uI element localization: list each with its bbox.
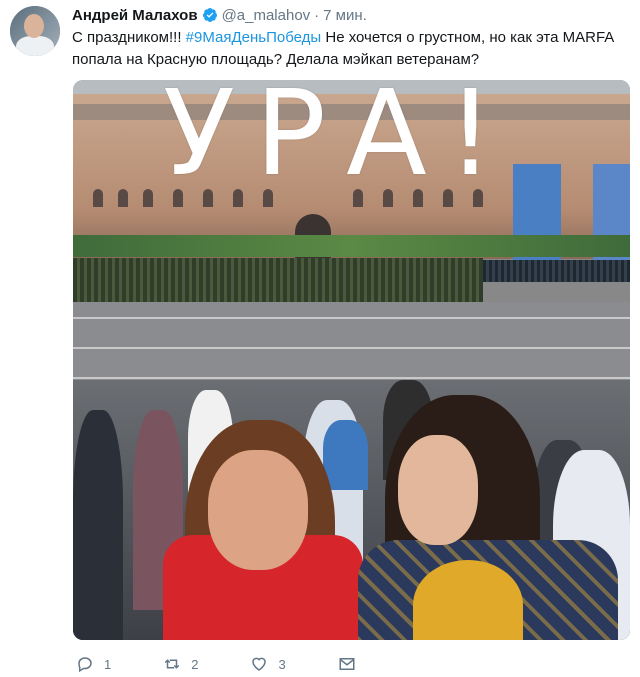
tweet: Андрей Малахов @a_malahov · 7 мин. С пра… (0, 0, 640, 677)
author-name[interactable]: Андрей Малахов (72, 7, 198, 24)
photo-troops (73, 258, 483, 303)
verified-badge-icon (202, 8, 217, 22)
crowd-backpack (323, 420, 368, 490)
direct-message-button[interactable] (338, 655, 356, 673)
author-handle[interactable]: @a_malahov (222, 7, 311, 24)
retweet-icon (164, 659, 180, 669)
road-stripe (73, 347, 630, 349)
reply-count: 1 (104, 656, 112, 672)
building-window (118, 189, 128, 207)
tweet-actions: 1 2 3 (76, 652, 408, 676)
photo-troops-right (483, 260, 630, 282)
reply-icon (78, 657, 92, 673)
crowd-person (73, 410, 123, 640)
tweet-timestamp[interactable]: 7 мин. (323, 7, 367, 24)
woman-right-sweater (413, 560, 523, 640)
retweet-count: 2 (191, 656, 199, 672)
tweet-text: С праздником!!! #9МаяДеньПобеды Не хочет… (72, 27, 627, 71)
road-stripe (73, 377, 630, 379)
retweet-button[interactable]: 2 (163, 655, 198, 673)
tweet-photo[interactable]: УРА! (73, 80, 630, 640)
like-count: 3 (278, 656, 286, 672)
heart-icon (252, 657, 267, 671)
avatar[interactable] (10, 6, 60, 56)
road-stripe (73, 317, 630, 319)
woman-right-face (398, 435, 478, 545)
header-separator: · (314, 6, 320, 24)
avatar-face (24, 14, 44, 38)
building-window (143, 189, 153, 207)
reply-button[interactable]: 1 (76, 655, 111, 673)
mail-icon (339, 658, 355, 670)
avatar-body (16, 36, 54, 56)
tweet-header: Андрей Малахов @a_malahov · 7 мин. (72, 4, 367, 26)
photo-caption-text: УРА! (163, 80, 515, 202)
woman-left-face (208, 450, 308, 570)
tweet-text-start: С праздником!!! (72, 29, 186, 46)
building-window (93, 189, 103, 207)
like-button[interactable]: 3 (250, 655, 286, 673)
photo-trees (73, 235, 630, 257)
hashtag-link[interactable]: #9МаяДеньПобеды (186, 29, 322, 46)
